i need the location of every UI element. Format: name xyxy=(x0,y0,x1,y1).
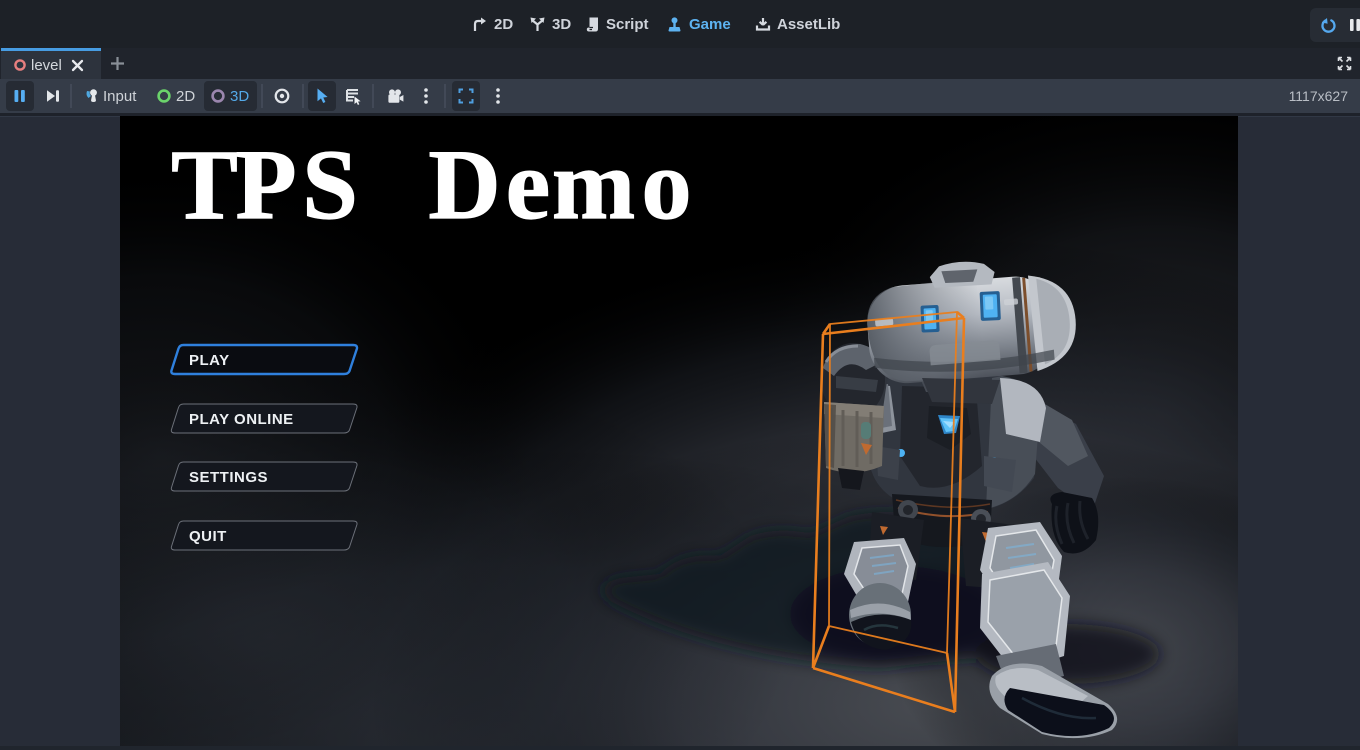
svg-text:SETTINGS: SETTINGS xyxy=(189,469,268,486)
svg-text:QUIT: QUIT xyxy=(189,528,227,545)
svg-text:PLAY: PLAY xyxy=(189,352,230,369)
svg-text:PLAY ONLINE: PLAY ONLINE xyxy=(189,411,294,428)
